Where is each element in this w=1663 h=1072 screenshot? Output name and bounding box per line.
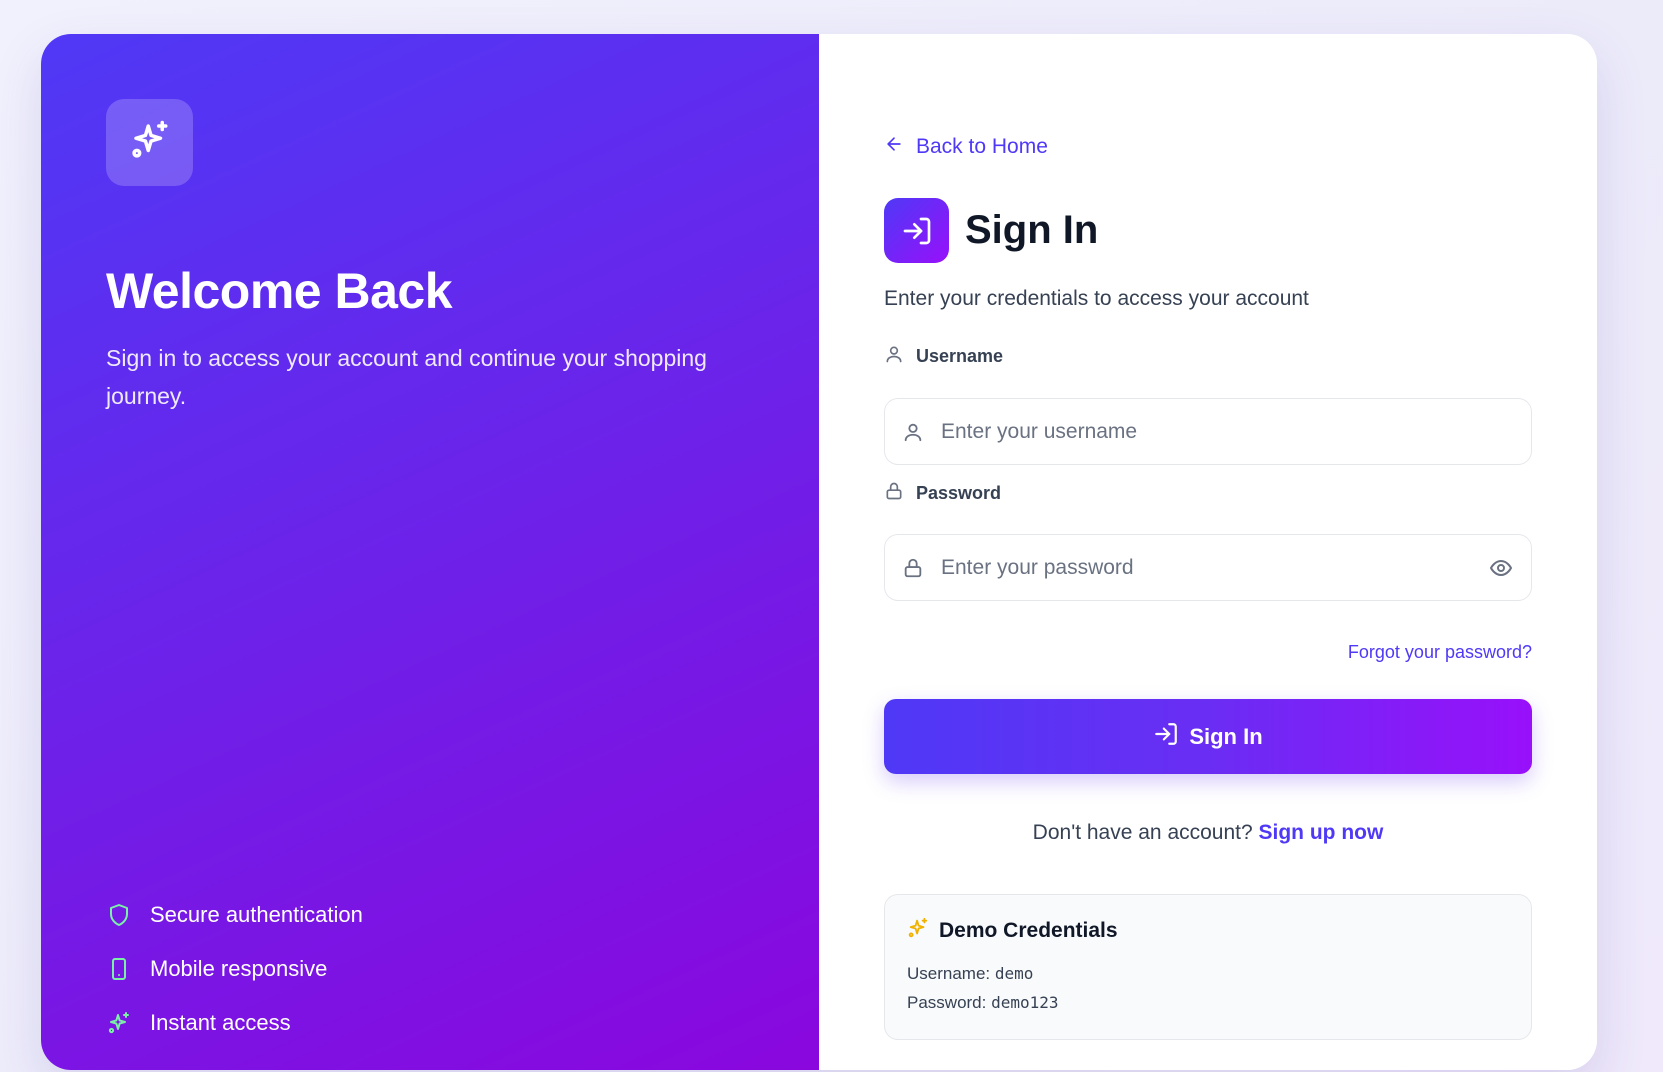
signin-header: Sign In [884,198,1098,263]
page-title: Sign In [965,208,1099,252]
lock-icon [884,481,916,506]
log-in-icon [1153,721,1189,753]
feature-label: Instant access [150,1010,291,1035]
demo-credentials-header: Demo Credentials [907,917,1509,945]
welcome-title: Welcome Back [106,263,453,319]
arrow-left-icon [884,134,916,160]
demo-credentials-title: Demo Credentials [939,919,1118,942]
demo-password-line: Password: demo123 [907,988,1509,1017]
shield-icon [106,902,132,928]
welcome-panel: Welcome Back Sign in to access your acco… [41,34,819,1070]
password-field [884,534,1532,601]
auth-card: Welcome Back Sign in to access your acco… [41,34,1597,1070]
signin-panel: Back to Home Sign In Enter your credenti… [819,34,1597,1070]
signin-subtitle: Enter your credentials to access your ac… [884,287,1309,310]
sparkles-icon [106,1010,132,1036]
eye-icon[interactable] [1471,556,1531,580]
user-icon [885,421,941,443]
welcome-subtitle: Sign in to access your account and conti… [106,345,707,409]
username-input[interactable] [941,419,1531,444]
back-link-label: Back to Home [916,135,1048,158]
demo-password-label: Password: [907,993,987,1012]
sign-in-button-label: Sign In [1189,723,1263,749]
demo-username-label: Username: [907,964,991,983]
feature-label: Mobile responsive [150,956,328,981]
demo-username-line: Username: demo [907,959,1509,988]
signup-prompt-text: Don't have an account? [1032,821,1253,844]
password-label-text: Password [916,483,1002,503]
sign-up-link[interactable]: Sign up now [1259,821,1384,844]
back-to-home-link[interactable]: Back to Home [884,134,1048,160]
demo-credentials-box: Demo Credentials Username: demo Password… [884,894,1532,1040]
feature-item-mobile: Mobile responsive [106,950,363,988]
sparkles-icon [907,917,939,945]
sign-in-button[interactable]: Sign In [884,699,1532,774]
log-in-icon [884,198,949,263]
lock-icon [885,557,941,579]
feature-item-instant: Instant access [106,1004,363,1042]
username-field [884,398,1532,465]
signup-prompt: Don't have an account? Sign up now [884,821,1532,845]
smartphone-icon [106,956,132,982]
page-background: Welcome Back Sign in to access your acco… [0,0,1663,1072]
demo-username-value: demo [994,964,1034,983]
password-input[interactable] [941,555,1471,580]
feature-item-secure: Secure authentication [106,896,363,934]
forgot-password-link[interactable]: Forgot your password? [1348,642,1532,663]
username-label: Username [884,344,1003,369]
brand-logo [106,99,193,186]
user-icon [884,344,916,369]
demo-password-value: demo123 [991,993,1059,1012]
feature-list: Secure authentication Mobile responsive [106,896,363,1058]
sparkles-icon [129,119,171,166]
password-label: Password [884,481,1001,506]
feature-label: Secure authentication [150,902,363,927]
username-label-text: Username [916,346,1004,366]
